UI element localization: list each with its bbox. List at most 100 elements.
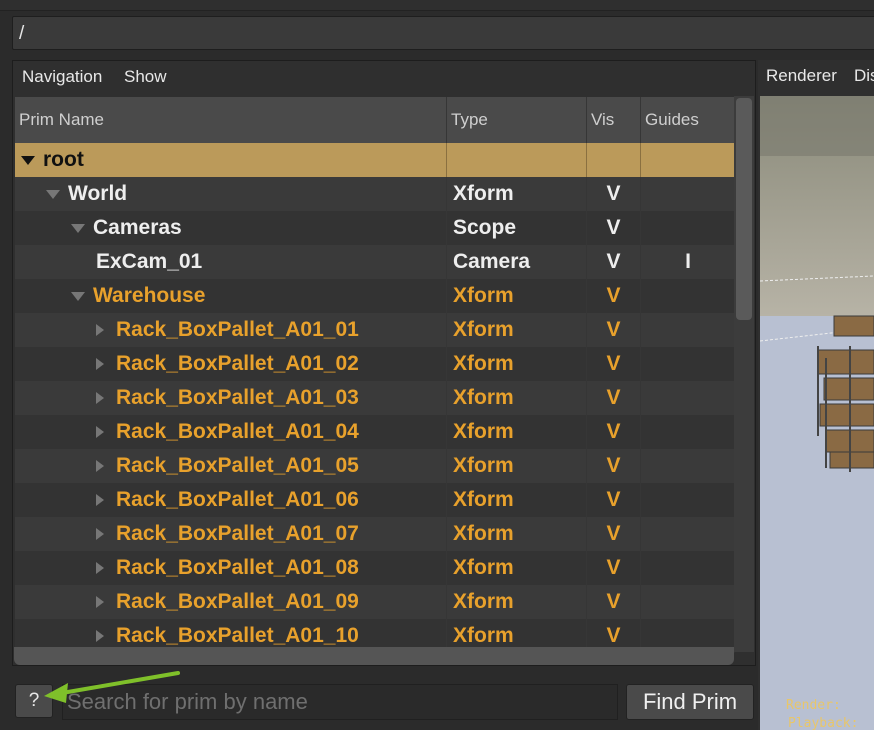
prim-vis-toggle[interactable]: V (587, 177, 641, 211)
tree-row[interactable]: Rack_BoxPallet_A01_06 Xform V (15, 483, 735, 517)
expand-arrow-right-icon[interactable] (96, 358, 104, 371)
prim-vis-toggle[interactable]: V (587, 245, 641, 279)
path-field[interactable]: / (12, 16, 874, 50)
tree-row[interactable]: Rack_BoxPallet_A01_05 Xform V (15, 449, 735, 483)
prim-vis-toggle[interactable] (587, 143, 641, 177)
prim-guides-toggle[interactable] (641, 279, 735, 313)
prim-guides-toggle[interactable] (641, 449, 735, 483)
tree-header: Prim Name Type Vis Guides (15, 97, 735, 143)
tree-row[interactable]: Rack_BoxPallet_A01_08 Xform V (15, 551, 735, 585)
prim-name-cell[interactable]: root (15, 143, 447, 177)
expand-arrow-right-icon[interactable] (96, 460, 104, 473)
prim-vis-toggle[interactable]: V (587, 347, 641, 381)
expand-arrow-down-icon[interactable] (71, 223, 85, 233)
prim-type-cell: Camera (447, 245, 587, 279)
prim-vis-toggle[interactable]: V (587, 551, 641, 585)
expand-arrow-right-icon[interactable] (96, 562, 104, 575)
prim-guides-toggle[interactable] (641, 585, 735, 619)
prim-name-label: Rack_BoxPallet_A01_08 (116, 556, 359, 579)
tree-horizontal-scrollbar[interactable] (14, 647, 734, 665)
menu-display[interactable]: Dis (854, 66, 874, 86)
prim-name-cell[interactable]: Warehouse (15, 279, 447, 313)
prim-type-cell: Xform (447, 585, 587, 619)
prim-type-cell: Scope (447, 211, 587, 245)
tree-row[interactable]: Rack_BoxPallet_A01_03 Xform V (15, 381, 735, 415)
menu-navigation[interactable]: Navigation (22, 67, 102, 87)
prim-vis-toggle[interactable]: V (587, 585, 641, 619)
tree-vertical-scrollbar[interactable] (734, 96, 754, 652)
expand-arrow-right-icon[interactable] (96, 392, 104, 405)
prim-guides-toggle[interactable] (641, 313, 735, 347)
3d-viewport[interactable]: Render: Playback: (760, 96, 874, 730)
prim-name-cell[interactable]: Rack_BoxPallet_A01_03 (15, 381, 447, 415)
tree-row[interactable]: Rack_BoxPallet_A01_01 Xform V (15, 313, 735, 347)
expand-arrow-down-icon[interactable] (71, 291, 85, 301)
find-prim-button[interactable]: Find Prim (626, 684, 754, 720)
prim-vis-toggle[interactable]: V (587, 517, 641, 551)
prim-name-cell[interactable]: Rack_BoxPallet_A01_09 (15, 585, 447, 619)
header-type[interactable]: Type (447, 97, 587, 143)
expand-arrow-right-icon[interactable] (96, 426, 104, 439)
prim-name-cell[interactable]: Rack_BoxPallet_A01_04 (15, 415, 447, 449)
expand-arrow-down-icon[interactable] (46, 189, 60, 199)
prim-name-label: Rack_BoxPallet_A01_03 (116, 386, 359, 409)
prim-type-cell: Xform (447, 313, 587, 347)
prim-guides-toggle[interactable] (641, 347, 735, 381)
expand-arrow-right-icon[interactable] (96, 528, 104, 541)
prim-name-label: Warehouse (93, 284, 206, 307)
prim-name-cell[interactable]: Rack_BoxPallet_A01_02 (15, 347, 447, 381)
tree-row[interactable]: Rack_BoxPallet_A01_09 Xform V (15, 585, 735, 619)
prim-vis-toggle[interactable]: V (587, 279, 641, 313)
tree-row[interactable]: Cameras Scope V (15, 211, 735, 245)
expand-arrow-right-icon[interactable] (96, 324, 104, 337)
header-guides[interactable]: Guides (641, 97, 735, 143)
prim-guides-toggle[interactable] (641, 483, 735, 517)
prim-guides-toggle[interactable] (641, 143, 735, 177)
tree-row[interactable]: Rack_BoxPallet_A01_04 Xform V (15, 415, 735, 449)
viewport-scene (760, 96, 874, 730)
prim-name-cell[interactable]: ExCam_01 (15, 245, 447, 279)
prim-name-cell[interactable]: Rack_BoxPallet_A01_05 (15, 449, 447, 483)
tree-row[interactable]: root (15, 143, 735, 177)
prim-name-cell[interactable]: Rack_BoxPallet_A01_08 (15, 551, 447, 585)
prim-type-cell: Xform (447, 381, 587, 415)
prim-guides-toggle[interactable] (641, 517, 735, 551)
expand-arrow-right-icon[interactable] (96, 596, 104, 609)
scrollbar-thumb[interactable] (736, 98, 752, 320)
prim-type-cell: Xform (447, 347, 587, 381)
header-prim-name[interactable]: Prim Name (15, 97, 447, 143)
viewport-panel: Renderer Dis (758, 60, 874, 730)
expand-arrow-right-icon[interactable] (96, 494, 104, 507)
tree-row[interactable]: Rack_BoxPallet_A01_07 Xform V (15, 517, 735, 551)
prim-vis-toggle[interactable]: V (587, 313, 641, 347)
tree-row[interactable]: ExCam_01 Camera V I (15, 245, 735, 279)
prim-guides-toggle[interactable] (641, 415, 735, 449)
menu-show[interactable]: Show (124, 67, 167, 87)
prim-vis-toggle[interactable]: V (587, 415, 641, 449)
prim-vis-toggle[interactable]: V (587, 483, 641, 517)
prim-vis-toggle[interactable]: V (587, 381, 641, 415)
prim-guides-toggle[interactable]: I (641, 245, 735, 279)
prim-name-cell[interactable]: Rack_BoxPallet_A01_07 (15, 517, 447, 551)
prim-guides-toggle[interactable] (641, 551, 735, 585)
prim-search-input[interactable] (62, 684, 618, 720)
prim-name-label: ExCam_01 (96, 250, 203, 273)
prim-name-cell[interactable]: Rack_BoxPallet_A01_06 (15, 483, 447, 517)
header-vis[interactable]: Vis (587, 97, 641, 143)
expand-arrow-down-icon[interactable] (21, 155, 35, 165)
prim-name-cell[interactable]: World (15, 177, 447, 211)
expand-arrow-right-icon[interactable] (96, 630, 104, 643)
prim-guides-toggle[interactable] (641, 381, 735, 415)
prim-guides-toggle[interactable] (641, 177, 735, 211)
prim-name-label: Rack_BoxPallet_A01_04 (116, 420, 359, 443)
prim-name-cell[interactable]: Rack_BoxPallet_A01_01 (15, 313, 447, 347)
prim-name-cell[interactable]: Cameras (15, 211, 447, 245)
prim-vis-toggle[interactable]: V (587, 449, 641, 483)
tree-row[interactable]: Warehouse Xform V (15, 279, 735, 313)
menu-renderer[interactable]: Renderer (766, 66, 837, 86)
tree-row[interactable]: Rack_BoxPallet_A01_02 Xform V (15, 347, 735, 381)
prim-guides-toggle[interactable] (641, 211, 735, 245)
prim-vis-toggle[interactable]: V (587, 211, 641, 245)
help-button[interactable]: ? (15, 684, 53, 718)
tree-row[interactable]: World Xform V (15, 177, 735, 211)
